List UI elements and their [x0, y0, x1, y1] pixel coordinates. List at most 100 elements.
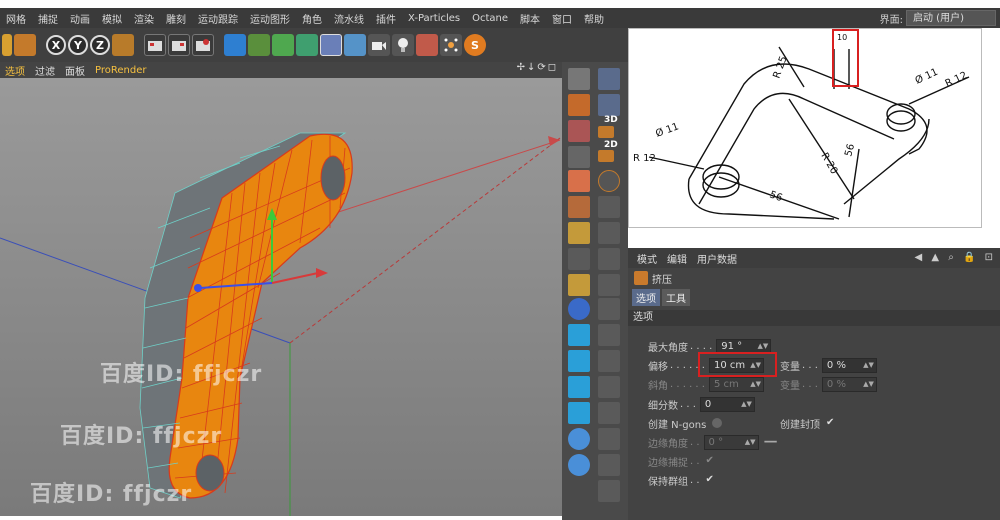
keep-groups-label: 保持群组: [648, 476, 688, 488]
gizmo-z-handle-icon[interactable]: [194, 284, 202, 292]
subdivision-surface-icon[interactable]: [272, 34, 294, 56]
mesh-hole-bottom: [195, 454, 225, 492]
scatter-icon[interactable]: [568, 274, 590, 296]
snap-icon[interactable]: [598, 170, 620, 192]
layout-dropdown[interactable]: 启动 (用户): [906, 10, 996, 26]
menu-item-octane[interactable]: Octane: [466, 13, 514, 24]
x-axis-button[interactable]: X: [46, 35, 66, 55]
polygon-mode-icon[interactable]: [568, 120, 590, 142]
layout-label: 界面:: [879, 14, 903, 26]
edge-mode-icon[interactable]: [598, 94, 620, 116]
deformer-icon[interactable]: [320, 34, 342, 56]
tweak-mode-icon[interactable]: [568, 222, 590, 244]
quantize-icon[interactable]: [598, 248, 620, 270]
menu-item-window[interactable]: 窗口: [546, 11, 578, 26]
ngons-checkbox[interactable]: [712, 418, 723, 428]
viewport-nav-icons[interactable]: ✢↓⟳◻: [517, 62, 558, 73]
edge-cut-icon[interactable]: [598, 324, 620, 346]
attr-menu-mode[interactable]: 模式: [632, 251, 662, 266]
variance2-input: 0 % ▲▼: [821, 376, 877, 392]
pen-spline-icon[interactable]: [248, 34, 270, 56]
dim-label-r12-left: R 12: [633, 153, 656, 164]
model-mode-icon[interactable]: [568, 94, 590, 116]
solo-icon[interactable]: [568, 170, 590, 192]
material-icon[interactable]: [416, 34, 438, 56]
dynamic-guide-icon[interactable]: [598, 298, 620, 320]
point-mode-icon[interactable]: [598, 68, 620, 90]
menu-item-snap[interactable]: 捕捉: [32, 11, 64, 26]
layer-2-icon[interactable]: [568, 350, 590, 372]
edge-angle-slider-icon: ━━: [764, 436, 777, 448]
locked-workplane-icon[interactable]: [598, 222, 620, 244]
menu-item-x-particles[interactable]: X-Particles: [402, 13, 466, 24]
viewport-menu-filter[interactable]: 过滤: [30, 63, 60, 78]
symmetry-icon[interactable]: [568, 454, 590, 476]
render-view-icon[interactable]: [144, 34, 166, 56]
magnet-icon[interactable]: [598, 402, 620, 424]
light-icon[interactable]: [392, 34, 414, 56]
cube-icon[interactable]: [224, 34, 246, 56]
layer-4-icon[interactable]: [568, 402, 590, 424]
coordinate-system-icon[interactable]: [112, 34, 134, 56]
extrude-icon: [634, 271, 648, 285]
xparticles-icon[interactable]: [440, 34, 462, 56]
keep-groups-checkbox[interactable]: ✔: [706, 475, 716, 485]
brush-icon[interactable]: [598, 428, 620, 450]
iron-icon[interactable]: [598, 454, 620, 476]
viewport-menu-prorender[interactable]: ProRender: [90, 65, 151, 76]
tab-tools[interactable]: 工具: [662, 288, 690, 306]
axis-mode-icon[interactable]: [568, 196, 590, 218]
live-select-icon[interactable]: [14, 34, 36, 56]
main-menubar: 网格 捕捉 动画 模拟 渲染 雕刻 运动跟踪 运动图形 角色 流水线 插件 X-…: [0, 8, 1000, 28]
guide-icon[interactable]: [598, 274, 620, 296]
menu-item-mograph[interactable]: 运动图形: [244, 11, 296, 26]
menu-item-character[interactable]: 角色: [296, 11, 328, 26]
bend-tool-icon[interactable]: [568, 68, 590, 90]
variance-input[interactable]: 0 % ▲▼: [821, 357, 877, 373]
menu-item-plugins[interactable]: 插件: [370, 11, 402, 26]
menu-item-render[interactable]: 渲染: [128, 11, 160, 26]
menu-item-pipeline[interactable]: 流水线: [328, 11, 370, 26]
watermark-2: 百度ID: ffjczr: [60, 424, 223, 449]
subdivision-input[interactable]: 0 ▲▼: [699, 396, 755, 412]
menu-item-animate[interactable]: 动画: [64, 11, 96, 26]
edge-snap-checkbox: ✔: [705, 455, 714, 466]
texture-mode-icon[interactable]: [598, 126, 614, 138]
undo-icon[interactable]: [2, 34, 12, 56]
layer-3-icon[interactable]: [568, 376, 590, 398]
planar-icon[interactable]: [568, 248, 590, 270]
attr-nav-icons[interactable]: ◀ ▲ ⌕ 🔒 ⊡: [914, 252, 996, 263]
points-grid-icon[interactable]: [568, 146, 590, 168]
viewport-menu-panel[interactable]: 面板: [60, 63, 90, 78]
attr-menu-userdata[interactable]: 用户数据: [692, 251, 742, 266]
uv-mode-icon[interactable]: [598, 150, 614, 162]
sphere-select-icon[interactable]: [568, 298, 590, 320]
layer-1-icon[interactable]: [568, 324, 590, 346]
floor-icon[interactable]: [344, 34, 366, 56]
bridge-icon[interactable]: [598, 376, 620, 398]
bevel-row: 斜角 . . . . . . 5 cm ▲▼: [648, 376, 764, 392]
y-axis-button[interactable]: Y: [68, 35, 88, 55]
menu-item-simulate[interactable]: 模拟: [96, 11, 128, 26]
attr-menu-edit[interactable]: 编辑: [662, 251, 692, 266]
menu-item-mesh[interactable]: 网格: [0, 11, 32, 26]
knife-icon[interactable]: [598, 350, 620, 372]
menu-item-script[interactable]: 脚本: [514, 11, 546, 26]
tab-options[interactable]: 选项: [632, 288, 660, 306]
viewport-menu-options[interactable]: 选项: [0, 63, 30, 78]
array-icon[interactable]: [296, 34, 318, 56]
boole-icon[interactable]: [568, 428, 590, 450]
menu-item-motion-tracking[interactable]: 运动跟踪: [192, 11, 244, 26]
render-to-picture-viewer-icon[interactable]: [168, 34, 190, 56]
render-settings-icon[interactable]: [192, 34, 214, 56]
menu-item-sculpt[interactable]: 雕刻: [160, 11, 192, 26]
octane-icon[interactable]: S: [464, 34, 486, 56]
z-axis-button[interactable]: Z: [90, 35, 110, 55]
smooth-icon[interactable]: [598, 480, 620, 502]
3d-viewport[interactable]: 百度ID: ffjczr 百度ID: ffjczr 百度ID: ffjczr: [0, 78, 562, 516]
subdivision-row: 细分数 . . . 0 ▲▼: [648, 396, 755, 412]
create-caps-checkbox[interactable]: ✔: [826, 418, 836, 428]
workplane-icon[interactable]: [598, 196, 620, 218]
camera-icon[interactable]: [368, 34, 390, 56]
menu-item-help[interactable]: 帮助: [578, 11, 610, 26]
